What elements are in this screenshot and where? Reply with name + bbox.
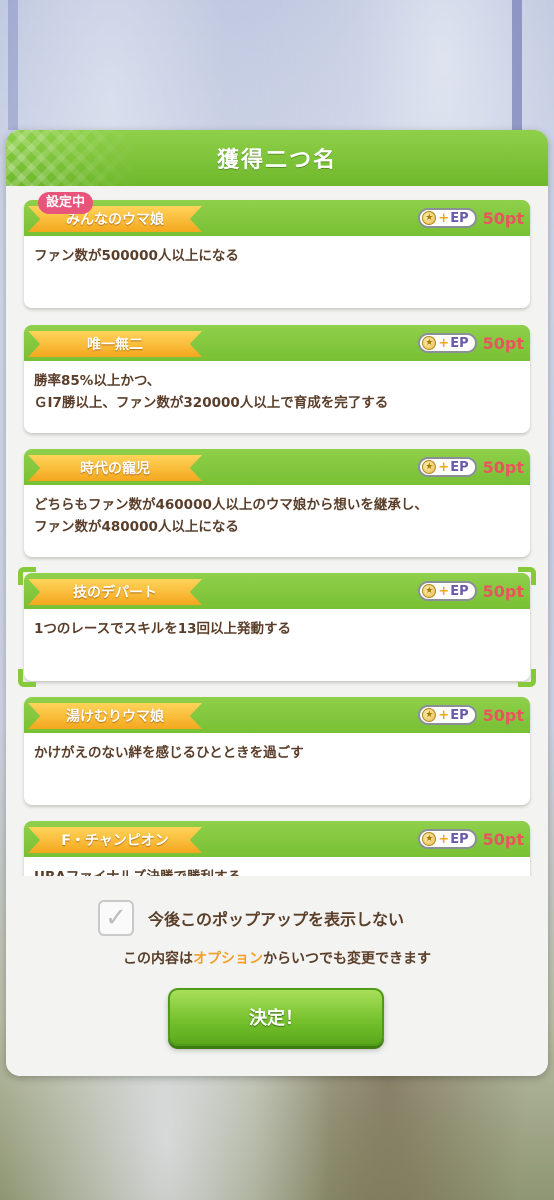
ep-label: EP: [450, 459, 469, 475]
title-card[interactable]: 時代の寵児 ★ + EP 50pt どちらもファン数が460000人以上のウマ娘…: [24, 449, 530, 557]
option-note-suffix: からいつでも変更できます: [263, 951, 431, 967]
option-note-prefix: この内容は: [123, 951, 193, 967]
title-card-header: 時代の寵児 ★ + EP 50pt: [24, 449, 530, 485]
ep-badge: ★ + EP: [418, 333, 477, 353]
title-card[interactable]: 唯一無二 ★ + EP 50pt 勝率85%以上かつ、 ＧⅠ7勝以上、ファン数が…: [24, 325, 530, 433]
ep-points: 50pt: [482, 829, 524, 849]
title-condition: URAファイナルズ決勝で勝利する: [24, 857, 530, 876]
title-condition: かけがえのない絆を感じるひとときを過ごす: [34, 745, 304, 761]
plus-icon: +: [438, 459, 450, 475]
header-pattern: [6, 130, 136, 186]
title-card-selected[interactable]: 技のデパート ★ + EP 50pt 1つのレースでスキルを13回以上発動する: [24, 573, 530, 681]
selection-bracket-icon: [518, 669, 536, 687]
ep-points: 50pt: [482, 457, 524, 477]
coin-icon: ★: [422, 832, 437, 846]
coin-icon: ★: [422, 336, 437, 350]
title-card[interactable]: みんなのウマ娘 ★ + EP 50pt ファン数が500000人以上になる: [24, 200, 530, 308]
ep-reward: ★ + EP 50pt: [418, 207, 524, 229]
ep-points: 50pt: [482, 705, 524, 725]
selection-bracket-icon: [18, 567, 36, 585]
option-note: この内容はオプションからいつでも変更できます: [6, 948, 548, 968]
title-name-ribbon: 唯一無二: [28, 331, 202, 357]
coin-icon: ★: [422, 584, 437, 598]
title-card[interactable]: 湯けむりウマ娘 ★ + EP 50pt かけがえのない絆を感じるひとときを過ごす: [24, 697, 530, 805]
dialog-title: 獲得二つ名: [216, 148, 337, 173]
plus-icon: +: [438, 210, 450, 226]
title-card-header: 唯一無二 ★ + EP 50pt: [24, 325, 530, 361]
plus-icon: +: [438, 831, 450, 847]
title-card[interactable]: F・チャンピオン ★ + EP 50pt URAファイナルズ決勝で勝利する: [24, 821, 530, 876]
ep-label: EP: [450, 210, 469, 226]
ep-reward: ★ + EP 50pt: [418, 332, 524, 354]
ep-points: 50pt: [482, 333, 524, 353]
ep-reward: ★ + EP 50pt: [418, 580, 524, 602]
ep-points: 50pt: [482, 208, 524, 228]
ep-label: EP: [450, 583, 469, 599]
selection-bracket-icon: [18, 669, 36, 687]
title-name-ribbon: 技のデパート: [28, 579, 202, 605]
title-condition: ファン数が500000人以上になる: [34, 248, 239, 264]
checkmark-icon: ✓: [105, 903, 127, 933]
ep-reward: ★ + EP 50pt: [418, 828, 524, 850]
plus-icon: +: [438, 335, 450, 351]
title-card-header: 湯けむりウマ娘 ★ + EP 50pt: [24, 697, 530, 733]
plus-icon: +: [438, 583, 450, 599]
title-name-ribbon: 湯けむりウマ娘: [28, 703, 202, 729]
coin-icon: ★: [422, 460, 437, 474]
hide-popup-checkbox[interactable]: ✓: [98, 900, 134, 936]
ep-badge: ★ + EP: [418, 457, 477, 477]
hide-popup-option[interactable]: ✓ 今後このポップアップを表示しない: [98, 900, 404, 936]
ep-label: EP: [450, 335, 469, 351]
title-card-header: F・チャンピオン ★ + EP 50pt: [24, 821, 530, 857]
hide-popup-label: 今後このポップアップを表示しない: [148, 910, 405, 929]
ep-label: EP: [450, 707, 469, 723]
title-name-ribbon: 時代の寵児: [28, 455, 202, 481]
background-post: [512, 0, 522, 130]
title-condition: どちらもファン数が460000人以上のウマ娘から想いを継承し、 ファン数が480…: [34, 497, 428, 535]
active-tag: 設定中: [38, 192, 94, 214]
coin-icon: ★: [422, 211, 437, 225]
selection-bracket-icon: [518, 567, 536, 585]
dialog-header: 獲得二つ名: [6, 130, 548, 186]
title-condition: 1つのレースでスキルを13回以上発動する: [34, 621, 292, 637]
ep-badge: ★ + EP: [418, 829, 477, 849]
ep-badge: ★ + EP: [418, 208, 477, 228]
title-condition: 勝率85%以上かつ、 ＧⅠ7勝以上、ファン数が320000人以上で育成を完了する: [34, 373, 389, 411]
title-acquired-dialog: 獲得二つ名 設定中 みんなのウマ娘 ★ + EP 50pt ファン数が50000…: [6, 130, 548, 1076]
option-note-link: オプション: [193, 951, 263, 967]
ep-badge: ★ + EP: [418, 581, 477, 601]
coin-icon: ★: [422, 708, 437, 722]
confirm-button[interactable]: 決定！: [168, 988, 384, 1046]
ep-reward: ★ + EP 50pt: [418, 704, 524, 726]
plus-icon: +: [438, 707, 450, 723]
ep-reward: ★ + EP 50pt: [418, 456, 524, 478]
ep-badge: ★ + EP: [418, 705, 477, 725]
ep-label: EP: [450, 831, 469, 847]
title-card-header: みんなのウマ娘 ★ + EP 50pt: [24, 200, 530, 236]
title-card-header: 技のデパート ★ + EP 50pt: [24, 573, 530, 609]
dialog-footer: ✓ 今後このポップアップを表示しない この内容はオプションからいつでも変更できま…: [6, 876, 548, 1076]
title-name-ribbon: F・チャンピオン: [28, 827, 202, 853]
title-list[interactable]: 設定中 みんなのウマ娘 ★ + EP 50pt ファン数が500000人以上にな…: [6, 186, 548, 876]
background-post: [8, 0, 18, 130]
